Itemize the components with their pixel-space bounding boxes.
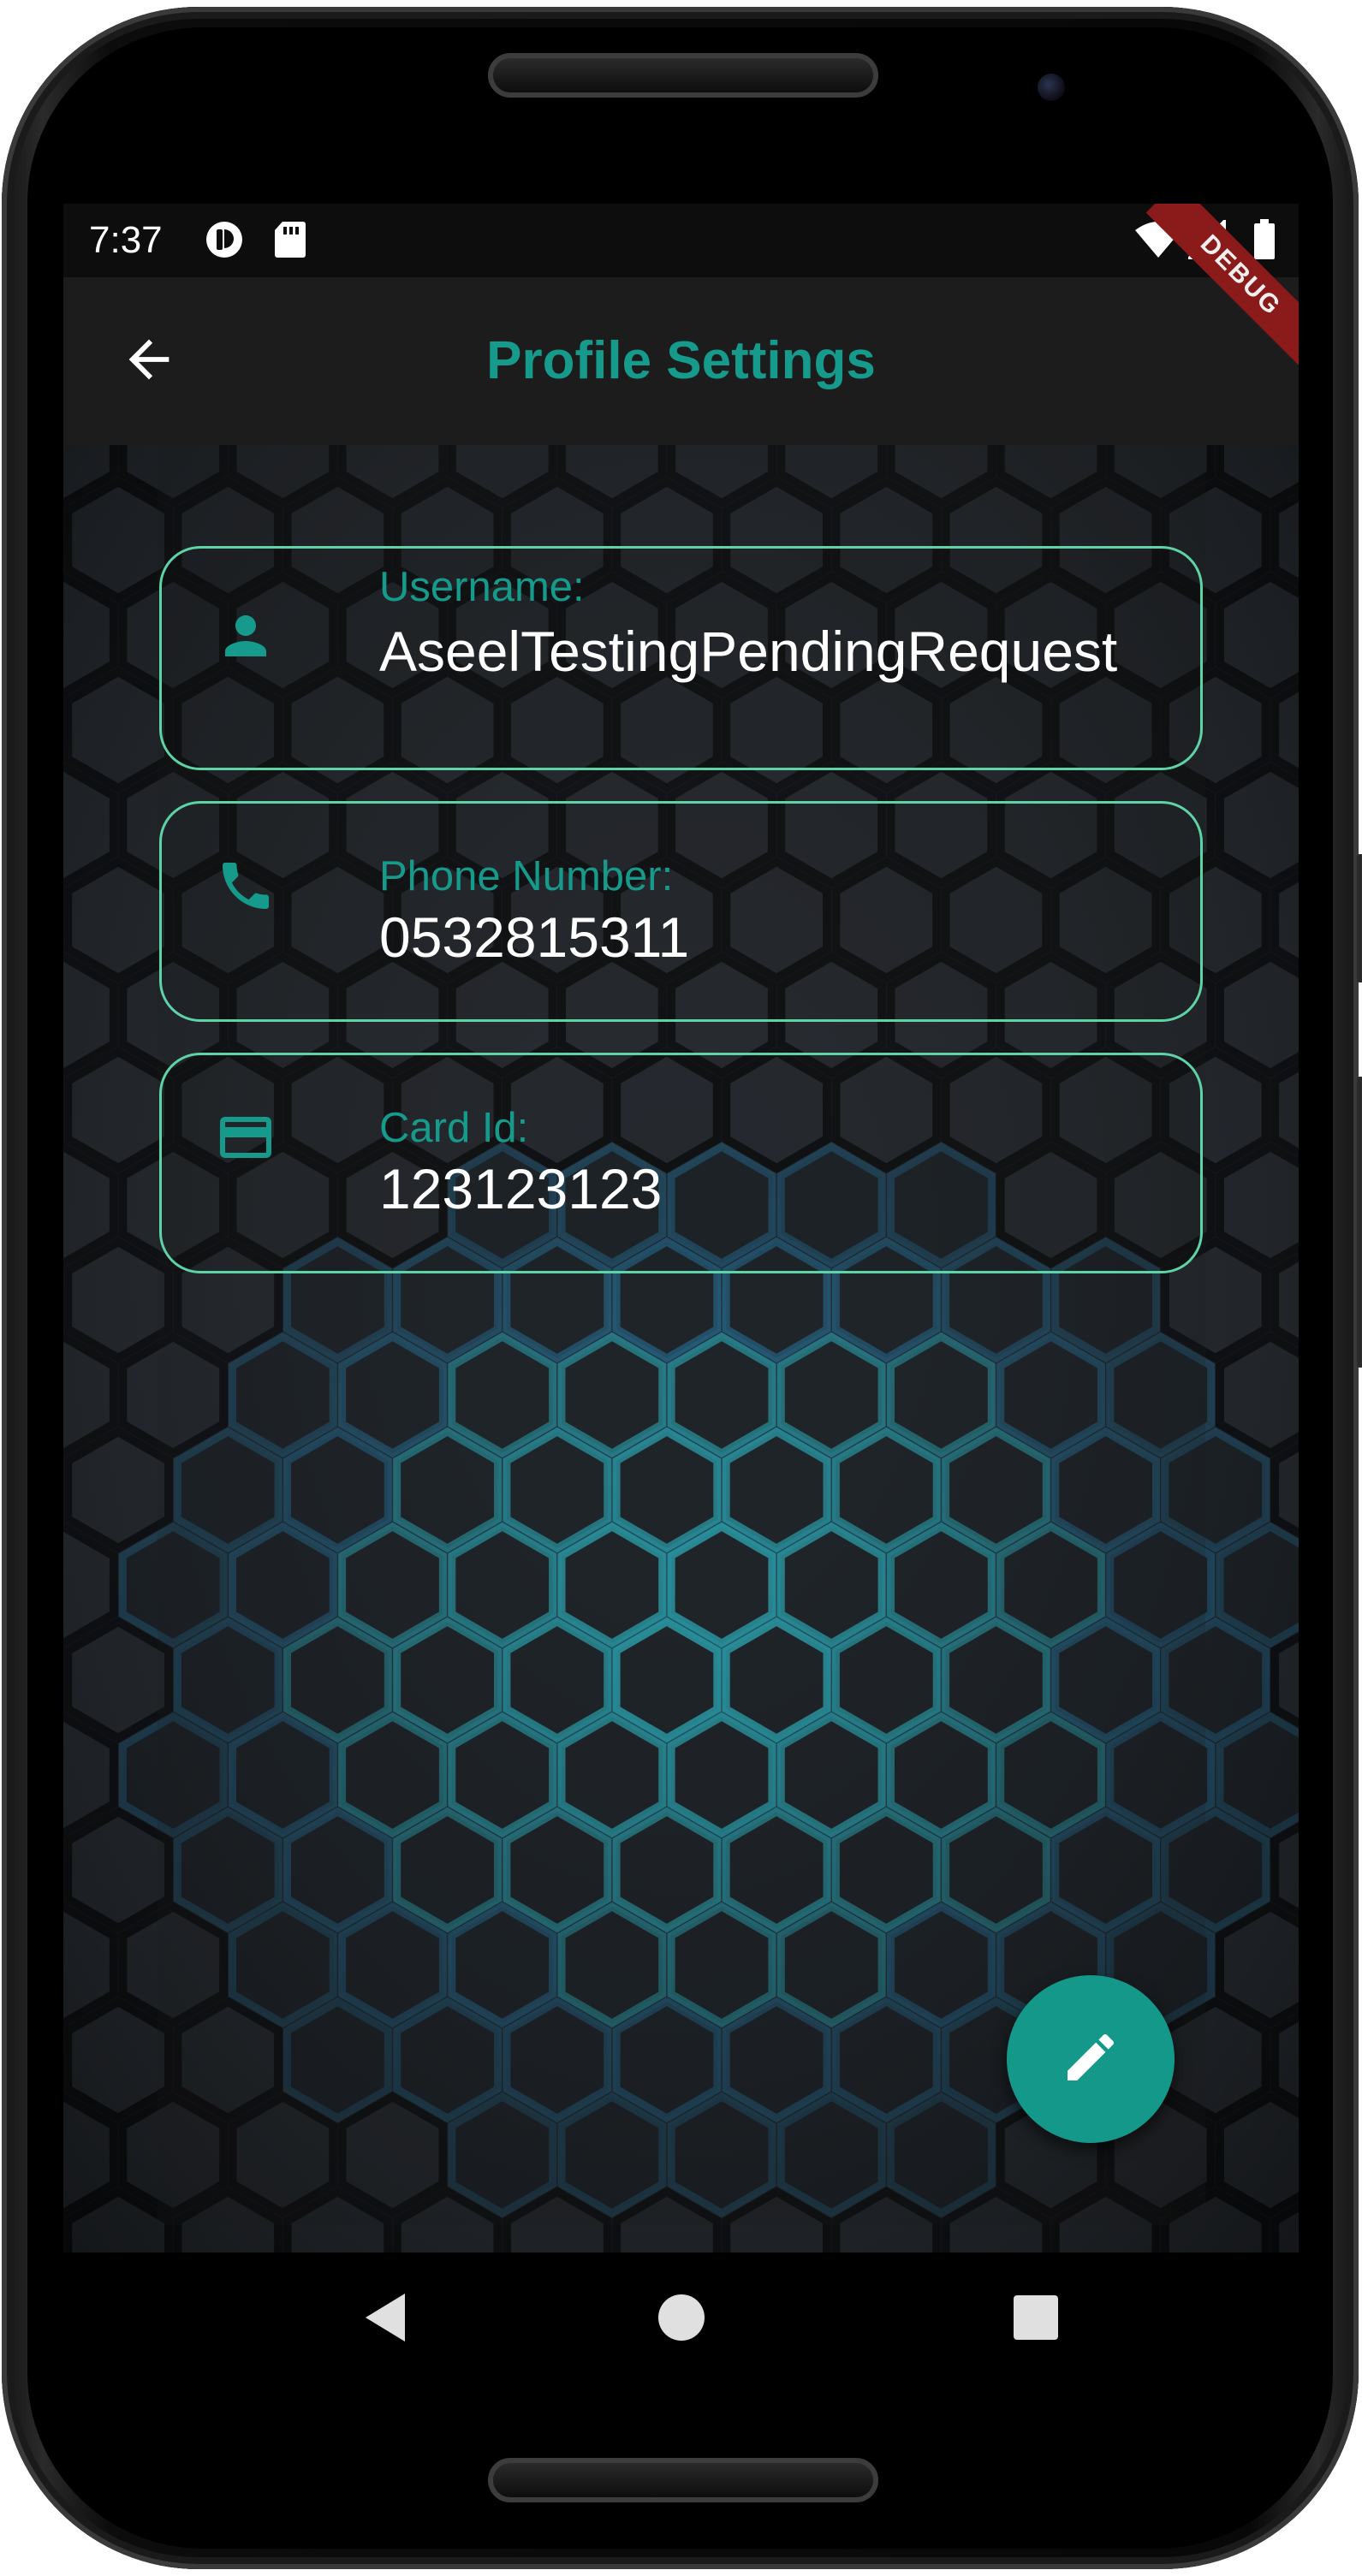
front-camera: [1038, 74, 1065, 101]
top-speaker-grille: [488, 53, 878, 98]
system-nav-bar: [63, 2253, 1299, 2386]
phone-value: 0532815311: [379, 905, 690, 969]
phone-icon: [211, 852, 280, 920]
card-id-card: Card Id: 123123123: [159, 1053, 1203, 1273]
nav-recents-icon: [1013, 2294, 1059, 2345]
status-time: 7:37: [89, 219, 163, 261]
power-button[interactable]: [1357, 1077, 1362, 1368]
sd-card-icon: [272, 219, 306, 260]
username-label: Username:: [379, 564, 585, 610]
app-bar: Profile Settings: [63, 277, 1299, 445]
username-card: Username: AseelTestingPendingRequest: [159, 546, 1203, 770]
edit-profile-fab[interactable]: [1007, 1975, 1175, 2143]
nav-home-button[interactable]: [645, 2283, 717, 2355]
card-id-label: Card Id:: [379, 1105, 529, 1151]
username-value: AseelTestingPendingRequest: [379, 620, 1118, 683]
card-id-value: 123123123: [379, 1157, 663, 1220]
nav-back-icon: [362, 2292, 408, 2347]
nav-recents-button[interactable]: [1000, 2283, 1072, 2355]
credit-card-icon: [211, 1103, 280, 1172]
page-title: Profile Settings: [486, 331, 876, 390]
volume-button[interactable]: [1357, 854, 1362, 982]
edit-pencil-icon: [1060, 2027, 1121, 2092]
phone-label: Phone Number:: [379, 853, 674, 899]
device-screen: 7:37 DEBUG Profile Settings Username: As…: [63, 204, 1299, 2386]
battery-icon: [1253, 219, 1276, 260]
nav-home-icon: [657, 2293, 706, 2347]
nav-back-button[interactable]: [349, 2283, 421, 2355]
person-icon: [211, 602, 280, 670]
bottom-speaker-grille: [488, 2458, 878, 2502]
status-bar: 7:37: [63, 204, 1299, 277]
phone-card: Phone Number: 0532815311: [159, 801, 1203, 1022]
app-notification-icon: [204, 219, 245, 260]
